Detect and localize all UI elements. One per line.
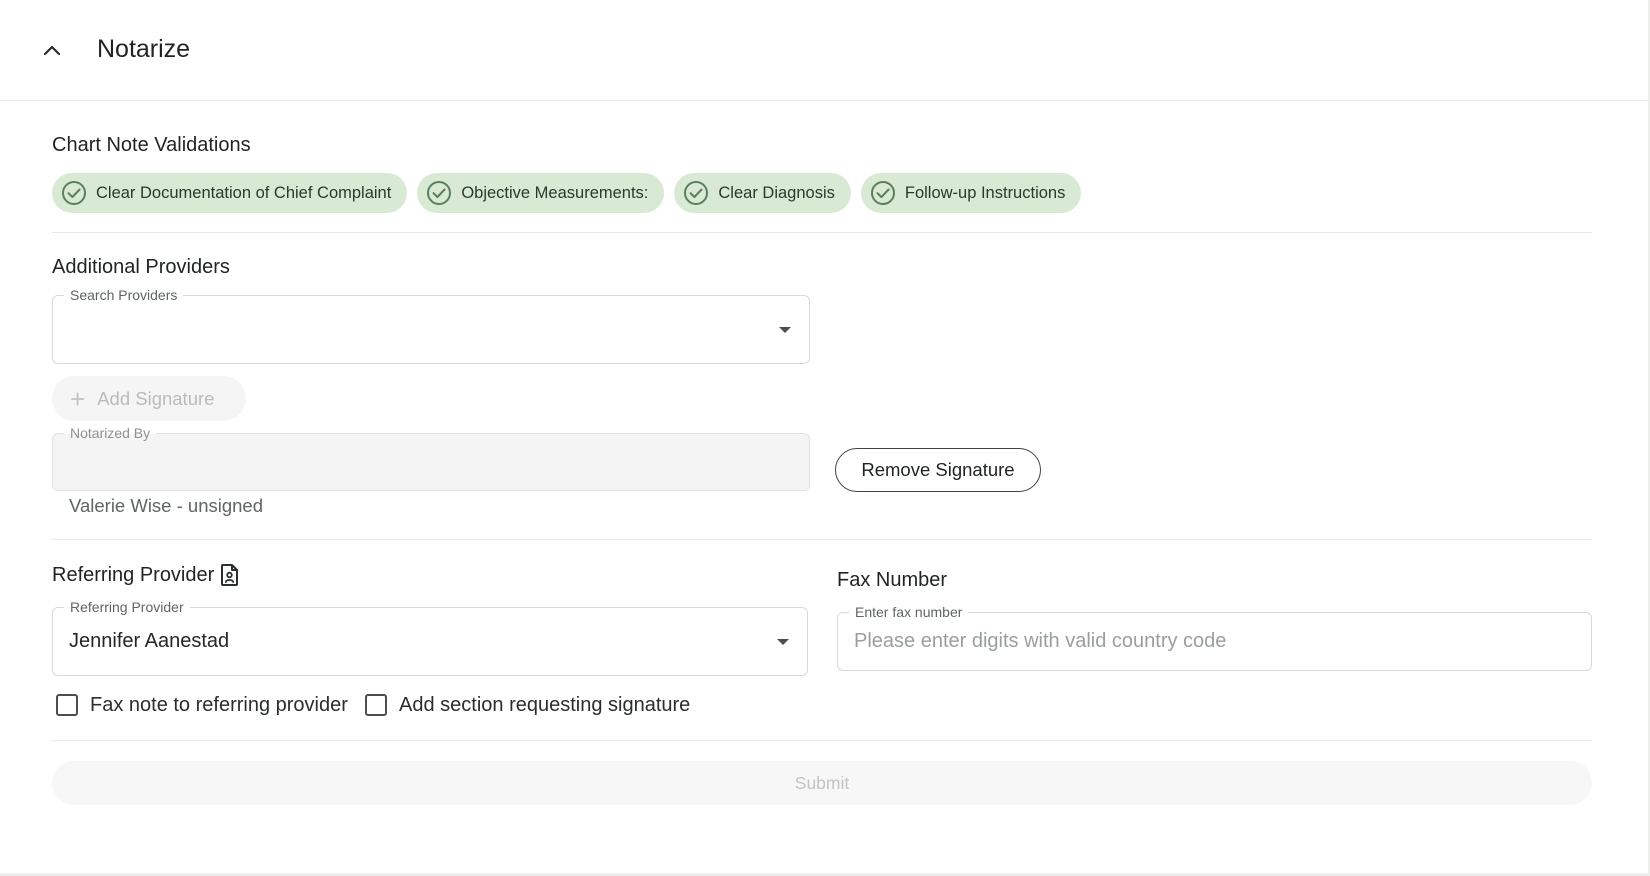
notarized-by-label: Notarized By bbox=[64, 424, 157, 442]
fax-number-title: Fax Number bbox=[837, 569, 948, 591]
plus-icon: + bbox=[70, 383, 86, 414]
divider bbox=[52, 539, 1592, 540]
page-title: Notarize bbox=[97, 35, 191, 63]
validations-title: Chart Note Validations bbox=[52, 134, 251, 156]
caret-down-icon[interactable] bbox=[777, 639, 789, 645]
validation-chip-objective-measurements[interactable]: Objective Measurements: bbox=[417, 173, 665, 213]
divider bbox=[52, 740, 1592, 741]
notarize-panel: Notarize Chart Note Validations Clear Do… bbox=[0, 0, 1650, 876]
submit-button[interactable]: Submit bbox=[52, 761, 1592, 805]
add-signature-label: Add Signature bbox=[97, 387, 215, 409]
check-circle-icon bbox=[427, 181, 452, 205]
additional-providers-title: Additional Providers bbox=[52, 256, 230, 278]
check-circle-icon bbox=[684, 181, 709, 205]
fax-number-label: Enter fax number bbox=[849, 603, 969, 621]
check-circle-icon bbox=[870, 181, 895, 205]
validation-chip-clear-diagnosis[interactable]: Clear Diagnosis bbox=[674, 173, 851, 213]
fax-number-field[interactable]: Enter fax number Please enter digits wit… bbox=[837, 603, 1592, 671]
fax-number-placeholder: Please enter digits with valid country c… bbox=[854, 630, 1227, 652]
validation-chip-label: Clear Documentation of Chief Complaint bbox=[96, 183, 392, 202]
validation-chip-chief-complaint[interactable]: Clear Documentation of Chief Complaint bbox=[52, 173, 408, 213]
divider bbox=[52, 232, 1592, 233]
validation-chip-label: Follow-up Instructions bbox=[904, 183, 1066, 202]
request-signature-checkbox-row[interactable]: Add section requesting signature bbox=[365, 691, 690, 719]
chevron-up-icon bbox=[43, 45, 61, 56]
panel-header: Notarize bbox=[0, 0, 1648, 101]
request-signature-label: Add section requesting signature bbox=[399, 693, 691, 716]
caret-down-icon[interactable] bbox=[779, 327, 791, 333]
validation-chips: Clear Documentation of Chief Complaint O… bbox=[52, 173, 1082, 213]
remove-signature-button[interactable]: Remove Signature bbox=[835, 448, 1041, 492]
referring-provider-label: Referring Provider bbox=[64, 598, 190, 616]
fax-note-label: Fax note to referring provider bbox=[90, 693, 348, 716]
referring-provider-title: Referring Provider bbox=[52, 564, 215, 586]
validation-chip-label: Objective Measurements: bbox=[461, 183, 649, 202]
fax-note-checkbox-row[interactable]: Fax note to referring provider bbox=[56, 691, 348, 719]
document-person-icon[interactable] bbox=[219, 563, 241, 587]
search-providers-field[interactable]: Search Providers bbox=[52, 286, 810, 364]
collapse-button[interactable] bbox=[36, 34, 68, 66]
notarized-by-field: Notarized By bbox=[52, 424, 810, 491]
validation-chip-follow-up[interactable]: Follow-up Instructions bbox=[860, 173, 1082, 213]
validation-chip-label: Clear Diagnosis bbox=[718, 183, 835, 202]
check-circle-icon bbox=[62, 181, 86, 205]
request-signature-checkbox[interactable] bbox=[365, 694, 387, 716]
referring-provider-select[interactable]: Referring Provider Jennifer Aanestad bbox=[52, 598, 808, 676]
add-signature-button[interactable]: + Add Signature bbox=[52, 376, 246, 421]
signer-status: Valerie Wise - unsigned bbox=[69, 495, 263, 516]
referring-provider-value: Jennifer Aanestad bbox=[69, 630, 230, 652]
search-providers-label: Search Providers bbox=[64, 286, 184, 304]
fax-note-checkbox[interactable] bbox=[56, 694, 78, 716]
